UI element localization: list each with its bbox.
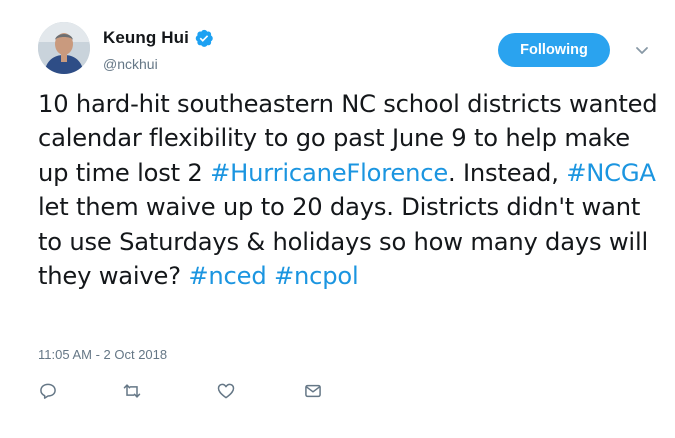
hashtag-link[interactable]: #ncpol (274, 262, 359, 290)
hashtag-link[interactable]: #nced (188, 262, 266, 290)
following-button[interactable]: Following (498, 33, 610, 67)
like-icon[interactable] (216, 381, 236, 401)
author-name-row: Keung Hui (103, 28, 214, 48)
avatar[interactable] (38, 22, 90, 74)
retweet-icon[interactable] (122, 381, 142, 401)
tweet-text: 10 hard-hit southeastern NC school distr… (38, 87, 658, 293)
tweet-text-segment: . Instead, (448, 158, 567, 187)
direct-message-icon[interactable] (303, 381, 323, 401)
display-name[interactable]: Keung Hui (103, 28, 189, 48)
hashtag-link[interactable]: #HurricaneFlorence (210, 159, 448, 187)
tweet-text-segment (266, 262, 274, 290)
action-bar (0, 381, 675, 405)
hashtag-link[interactable]: #NCGA (566, 159, 656, 187)
reply-icon[interactable] (38, 381, 58, 401)
handle[interactable]: @nckhui (103, 56, 158, 72)
verified-badge-icon (194, 28, 214, 48)
tweet-card: Keung Hui @nckhui Following 10 hard-hit … (0, 0, 675, 438)
timestamp[interactable]: 11:05 AM - 2 Oct 2018 (38, 347, 167, 362)
chevron-down-icon[interactable] (633, 41, 651, 59)
